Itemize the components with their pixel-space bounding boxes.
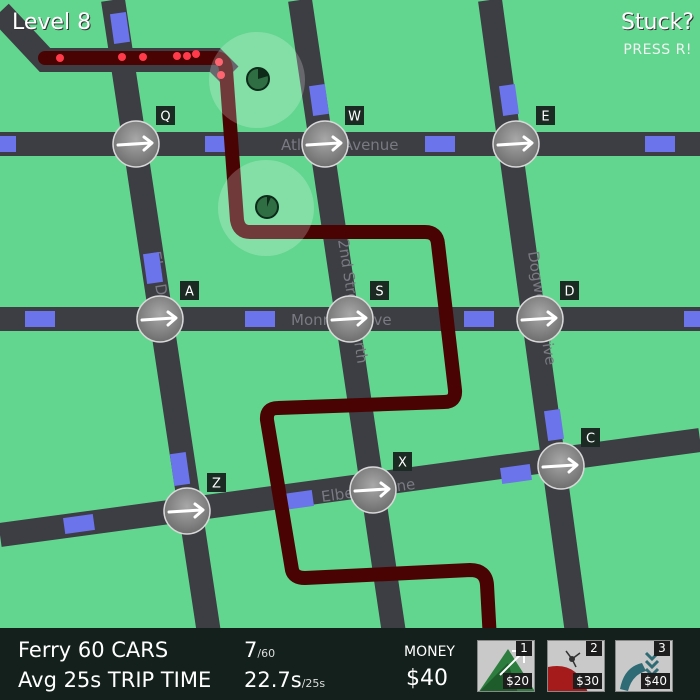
car (245, 311, 275, 327)
stuck-car-dot (173, 52, 181, 60)
shop-item-price: $40 (641, 673, 670, 689)
stuck-car-dot (183, 52, 191, 60)
press-r-hint: PRESS R! (623, 42, 692, 58)
intersection-label: X (398, 456, 407, 471)
cars-progress: 7/60 (244, 638, 275, 662)
intersection-label: S (375, 285, 383, 300)
goal-prefix: Ferry 60 (18, 638, 105, 662)
intersection-label: E (541, 110, 549, 125)
cars-total: /60 (257, 647, 276, 660)
cars-done: 7 (244, 638, 258, 662)
shop-item-roundabout[interactable]: 2 $30 (547, 640, 605, 692)
shop-item-price: $30 (573, 673, 602, 689)
car (684, 311, 700, 327)
trip-value: 22.7s (244, 668, 302, 692)
intersection-label: A (185, 285, 194, 300)
intersection-label: D (564, 285, 574, 300)
shop-item-number: 2 (586, 641, 602, 656)
trip-line: Avg 25s TRIP TIME (18, 668, 212, 692)
goal-suffix: CARS (111, 638, 169, 662)
intersection-label: C (586, 432, 595, 447)
goal-line: Ferry 60 CARS (18, 638, 168, 662)
car (645, 136, 675, 152)
money-value: $40 (406, 666, 448, 691)
intersection-label: Q (160, 110, 170, 125)
stuck-car-dot (56, 54, 64, 62)
status-bar: Ferry 60 CARS 7/60 Avg 25s TRIP TIME 22.… (0, 628, 700, 700)
stuck-car-dot (118, 53, 126, 61)
shop-item-number: 3 (654, 641, 670, 656)
shop-item-road-upgrade[interactable]: 1 $20 (477, 640, 535, 692)
intersection-label: W (348, 110, 361, 125)
car (25, 311, 55, 327)
trip-time: 22.7s/25s (244, 668, 325, 692)
shop-item-price: $20 (503, 673, 532, 689)
level-indicator: Level 8 (12, 10, 92, 35)
car (0, 136, 16, 152)
car (464, 311, 494, 327)
car (425, 136, 455, 152)
game-map[interactable]: AVENUE ZERO Atlantic Avenue Monroe Drive… (0, 0, 700, 700)
stuck-hint: Stuck? (620, 10, 694, 35)
intersection-label: Z (212, 477, 221, 492)
stuck-car-dot (139, 53, 147, 61)
trip-target: /25s (301, 677, 326, 690)
shop-item-highway[interactable]: 3 $40 (615, 640, 673, 692)
money-label: MONEY (404, 644, 455, 660)
stuck-car-dot (192, 50, 200, 58)
shop-item-number: 1 (516, 641, 532, 656)
